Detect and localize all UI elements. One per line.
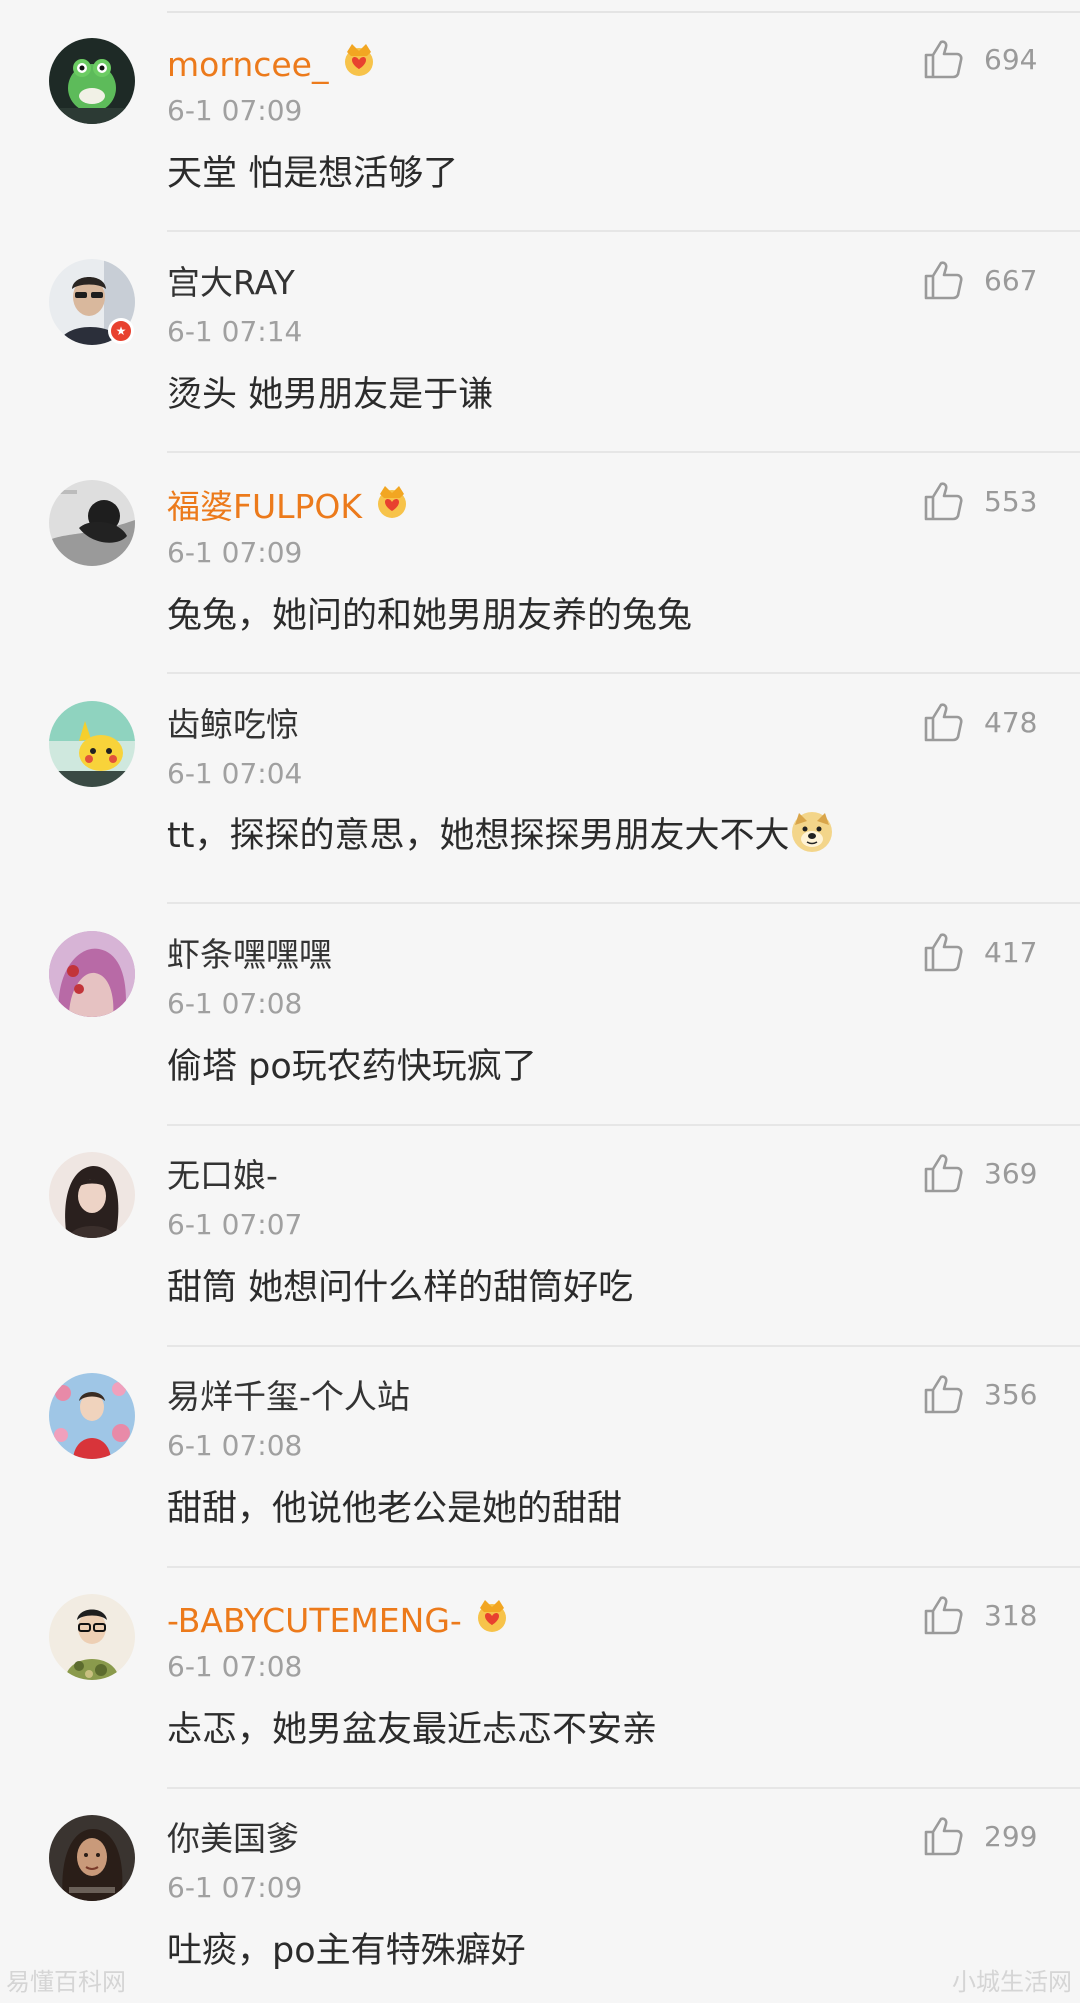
comment-text: 烫头 她男朋友是于谦: [167, 375, 494, 415]
comment-item: morncee_ 6-1 07:09 天堂 怕是想活够了 694: [0, 0, 1080, 232]
like-count: 667: [984, 264, 1038, 297]
like-button[interactable]: 356: [920, 1371, 1040, 1421]
comment-item: 福婆FULPOK 6-1 07:09 兔兔，她问的和她男朋友养的兔兔 553: [0, 442, 1080, 674]
avatar[interactable]: [49, 480, 135, 566]
username-text[interactable]: 虾条嘿嘿嘿: [167, 935, 332, 974]
timestamp: 6-1 07:09: [167, 1871, 303, 1904]
like-count: 417: [984, 936, 1038, 969]
username[interactable]: 福婆FULPOK: [167, 482, 412, 529]
like-button[interactable]: 553: [920, 478, 1040, 528]
thumbs-up-icon: [920, 1371, 966, 1417]
like-count: 478: [984, 706, 1038, 739]
comment-item: 齿鲸吃惊 6-1 07:04 tt，探探的意思，她想探探男朋友大不大 478: [0, 663, 1080, 904]
timestamp: 6-1 07:08: [167, 1650, 303, 1683]
vip-crown-icon: [339, 40, 379, 80]
avatar[interactable]: [49, 38, 135, 124]
username-text[interactable]: -BABYCUTEMENG-: [167, 1601, 462, 1640]
timestamp: 6-1 07:09: [167, 536, 303, 569]
verified-badge-icon: ★: [108, 318, 134, 344]
username[interactable]: 你美国爹: [167, 1817, 299, 1861]
timestamp: 6-1 07:04: [167, 757, 303, 790]
username[interactable]: 无口娘-: [167, 1154, 278, 1198]
username[interactable]: morncee_: [167, 40, 379, 87]
like-button[interactable]: 667: [920, 257, 1040, 307]
thumbs-up-icon: [920, 257, 966, 303]
comment-text: 吐痰，po主有特殊癖好: [167, 1931, 526, 1971]
watermark-left: 易懂百科网: [6, 1968, 126, 1996]
vip-crown-icon: [372, 482, 412, 522]
like-count: 356: [984, 1378, 1038, 1411]
comment-text: 忐忑，她男盆友最近忐忑不安亲: [167, 1710, 658, 1750]
comment-text: 甜甜，他说他老公是她的甜甜: [167, 1489, 623, 1529]
like-count: 369: [984, 1157, 1038, 1190]
thumbs-up-icon: [920, 929, 966, 975]
username-text[interactable]: 宫大RAY: [167, 263, 295, 302]
like-button[interactable]: 478: [920, 699, 1040, 749]
comment-text: 甜筒 她想问什么样的甜筒好吃: [167, 1268, 634, 1308]
timestamp: 6-1 07:09: [167, 94, 303, 127]
comment-text: 偷塔 po玩农药快玩疯了: [167, 1047, 537, 1087]
doge-emoji-icon: [789, 809, 835, 855]
thumbs-up-icon: [920, 699, 966, 745]
comment-feed: morncee_ 6-1 07:09 天堂 怕是想活够了 694 ★ 宫大RAY: [0, 0, 1080, 2003]
timestamp: 6-1 07:14: [167, 315, 303, 348]
comment-item: 易烊千玺-个人站 6-1 07:08 甜甜，他说他老公是她的甜甜 356: [0, 1335, 1080, 1568]
username[interactable]: 易烊千玺-个人站: [167, 1375, 410, 1419]
comment-text: 天堂 怕是想活够了: [167, 154, 459, 194]
avatar[interactable]: [49, 701, 135, 787]
username[interactable]: -BABYCUTEMENG-: [167, 1596, 512, 1643]
username-text[interactable]: 齿鲸吃惊: [167, 705, 299, 744]
avatar[interactable]: [49, 1815, 135, 1901]
thumbs-up-icon: [920, 1150, 966, 1196]
username-text[interactable]: 易烊千玺-个人站: [167, 1377, 410, 1416]
comment-item: 虾条嘿嘿嘿 6-1 07:08 偷塔 po玩农药快玩疯了 417: [0, 893, 1080, 1126]
username[interactable]: 虾条嘿嘿嘿: [167, 933, 332, 977]
username-text[interactable]: morncee_: [167, 45, 329, 84]
comment-item: 无口娘- 6-1 07:07 甜筒 她想问什么样的甜筒好吃 369: [0, 1114, 1080, 1347]
username-text[interactable]: 无口娘-: [167, 1156, 278, 1195]
like-button[interactable]: 417: [920, 929, 1040, 979]
comment-item: 你美国爹 6-1 07:09 吐痰，po主有特殊癖好 299: [0, 1777, 1080, 2003]
comment-item: -BABYCUTEMENG- 6-1 07:08 忐忑，她男盆友最近忐忑不安亲 …: [0, 1556, 1080, 1789]
thumbs-up-icon: [920, 1592, 966, 1638]
comment-text: 兔兔，她问的和她男朋友养的兔兔: [167, 596, 693, 636]
comment-text: tt，探探的意思，她想探探男朋友大不大: [167, 809, 835, 860]
thumbs-up-icon: [920, 36, 966, 82]
timestamp: 6-1 07:08: [167, 987, 303, 1020]
avatar[interactable]: [49, 1594, 135, 1680]
like-count: 318: [984, 1599, 1038, 1632]
comment-item: ★ 宫大RAY 6-1 07:14 烫头 她男朋友是于谦 667: [0, 221, 1080, 453]
vip-crown-icon: [472, 1596, 512, 1636]
thumbs-up-icon: [920, 478, 966, 524]
like-button[interactable]: 299: [920, 1813, 1040, 1863]
like-button[interactable]: 694: [920, 36, 1040, 86]
like-button[interactable]: 318: [920, 1592, 1040, 1642]
avatar[interactable]: [49, 1373, 135, 1459]
thumbs-up-icon: [920, 1813, 966, 1859]
avatar[interactable]: [49, 931, 135, 1017]
comment-text-body: tt，探探的意思，她想探探男朋友大不大: [167, 816, 790, 856]
like-count: 299: [984, 1820, 1038, 1853]
watermark-right: 小城生活网: [952, 1968, 1072, 1996]
username-text[interactable]: 福婆FULPOK: [167, 487, 362, 526]
timestamp: 6-1 07:08: [167, 1429, 303, 1462]
username[interactable]: 齿鲸吃惊: [167, 703, 299, 747]
avatar[interactable]: [49, 1152, 135, 1238]
username[interactable]: 宫大RAY: [167, 261, 295, 305]
timestamp: 6-1 07:07: [167, 1208, 303, 1241]
like-button[interactable]: 369: [920, 1150, 1040, 1200]
username-text[interactable]: 你美国爹: [167, 1819, 299, 1858]
like-count: 553: [984, 485, 1038, 518]
like-count: 694: [984, 43, 1038, 76]
